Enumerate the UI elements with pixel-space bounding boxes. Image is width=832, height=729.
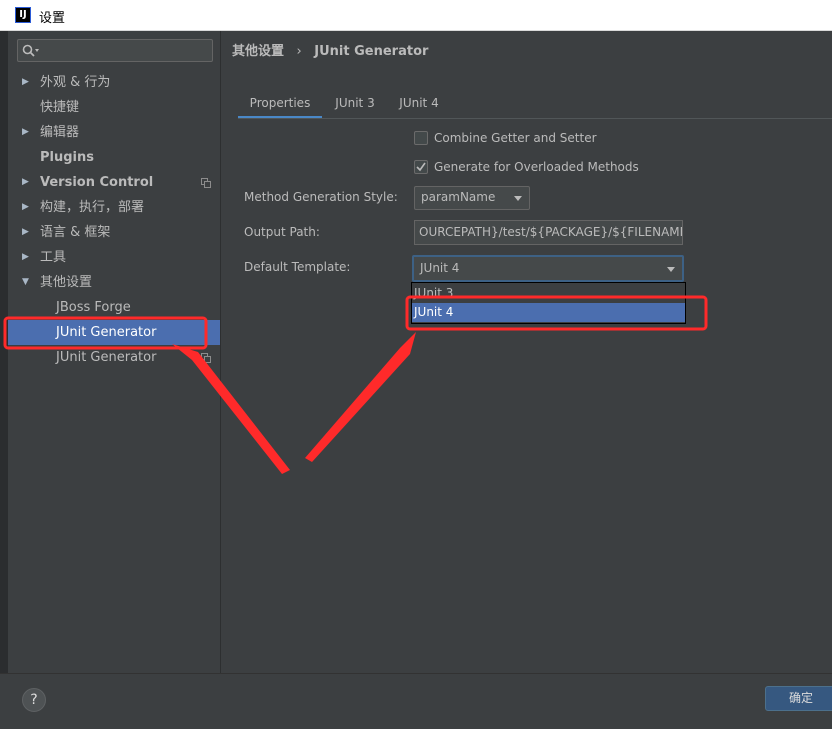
project-copy-icon (201, 353, 211, 363)
tab-junit3[interactable]: JUnit 3 (324, 91, 386, 119)
window-title: 设置 (39, 11, 66, 26)
chevron-right-icon: ▶ (22, 77, 29, 87)
sidebar-item-plugins[interactable]: Plugins (8, 145, 220, 170)
chevron-right-icon: ▶ (22, 177, 29, 187)
method-style-label: Method Generation Style: (244, 190, 398, 204)
dropdown-option-junit3[interactable]: JUnit 3 (412, 284, 685, 303)
chevron-right-icon: ▶ (22, 127, 29, 137)
sidebar-item-other-settings[interactable]: ▼ 其他设置 (8, 270, 220, 295)
sidebar-item-build[interactable]: ▶ 构建，执行，部署 (8, 195, 220, 220)
sidebar-item-version-control[interactable]: ▶ Version Control (8, 170, 220, 195)
intellij-logo-icon: IJ (15, 7, 31, 23)
tab-divider (238, 118, 832, 119)
sidebar-item-junit-generator-project[interactable]: JUnit Generator (8, 345, 220, 370)
dropdown-option-junit4[interactable]: JUnit 4 (412, 303, 685, 322)
sidebar-item-jboss-forge[interactable]: JBoss Forge (8, 295, 220, 320)
checkbox-unchecked-icon (414, 131, 428, 145)
output-path-field[interactable]: OURCEPATH}/test/${PACKAGE}/${FILENAME} (414, 220, 683, 245)
sidebar-item-editor[interactable]: ▶ 编辑器 (8, 120, 220, 145)
default-template-dropdown-list: JUnit 3 JUnit 4 (411, 282, 686, 324)
sidebar-item-languages[interactable]: ▶ 语言 & 框架 (8, 220, 220, 245)
default-template-select[interactable]: JUnit 4 (412, 255, 684, 282)
default-template-label: Default Template: (244, 260, 351, 274)
method-style-select[interactable]: paramName (414, 186, 530, 210)
chevron-down-icon (514, 196, 522, 201)
chevron-right-icon: ▶ (22, 202, 29, 212)
chevron-right-icon: ▶ (22, 252, 29, 262)
ok-button[interactable]: 确定 (765, 686, 832, 711)
sidebar-item-tools[interactable]: ▶ 工具 (8, 245, 220, 270)
breadcrumb: 其他设置 › JUnit Generator (232, 40, 428, 59)
title-bar: IJ 设置 (0, 0, 832, 31)
dialog-footer: ? 确定 (0, 673, 832, 729)
project-copy-icon (201, 178, 211, 188)
sidebar-item-junit-generator[interactable]: JUnit Generator (8, 320, 220, 345)
chevron-right-icon: ▶ (22, 227, 29, 237)
breadcrumb-separator: › (296, 44, 302, 59)
chevron-down-icon (667, 267, 675, 272)
settings-sidebar: ▶ 外观 & 行为 快捷键 ▶ 编辑器 Plugins ▶ Version Co… (8, 31, 221, 673)
breadcrumb-current: JUnit Generator (314, 44, 429, 59)
chevron-down-icon: ▼ (22, 277, 29, 287)
search-icon (22, 44, 39, 57)
background-window-strip (0, 31, 8, 673)
tab-properties[interactable]: Properties (238, 91, 322, 119)
tab-junit4[interactable]: JUnit 4 (388, 91, 450, 119)
output-path-label: Output Path: (244, 225, 320, 239)
checkbox-checked-icon (414, 160, 428, 174)
sidebar-item-keymap[interactable]: 快捷键 (8, 95, 220, 120)
settings-main-panel: 其他设置 › JUnit Generator Properties JUnit … (222, 31, 832, 673)
sidebar-item-appearance[interactable]: ▶ 外观 & 行为 (8, 70, 220, 95)
search-input[interactable] (17, 39, 213, 62)
help-button[interactable]: ? (22, 688, 46, 712)
breadcrumb-parent: 其他设置 (232, 44, 285, 59)
